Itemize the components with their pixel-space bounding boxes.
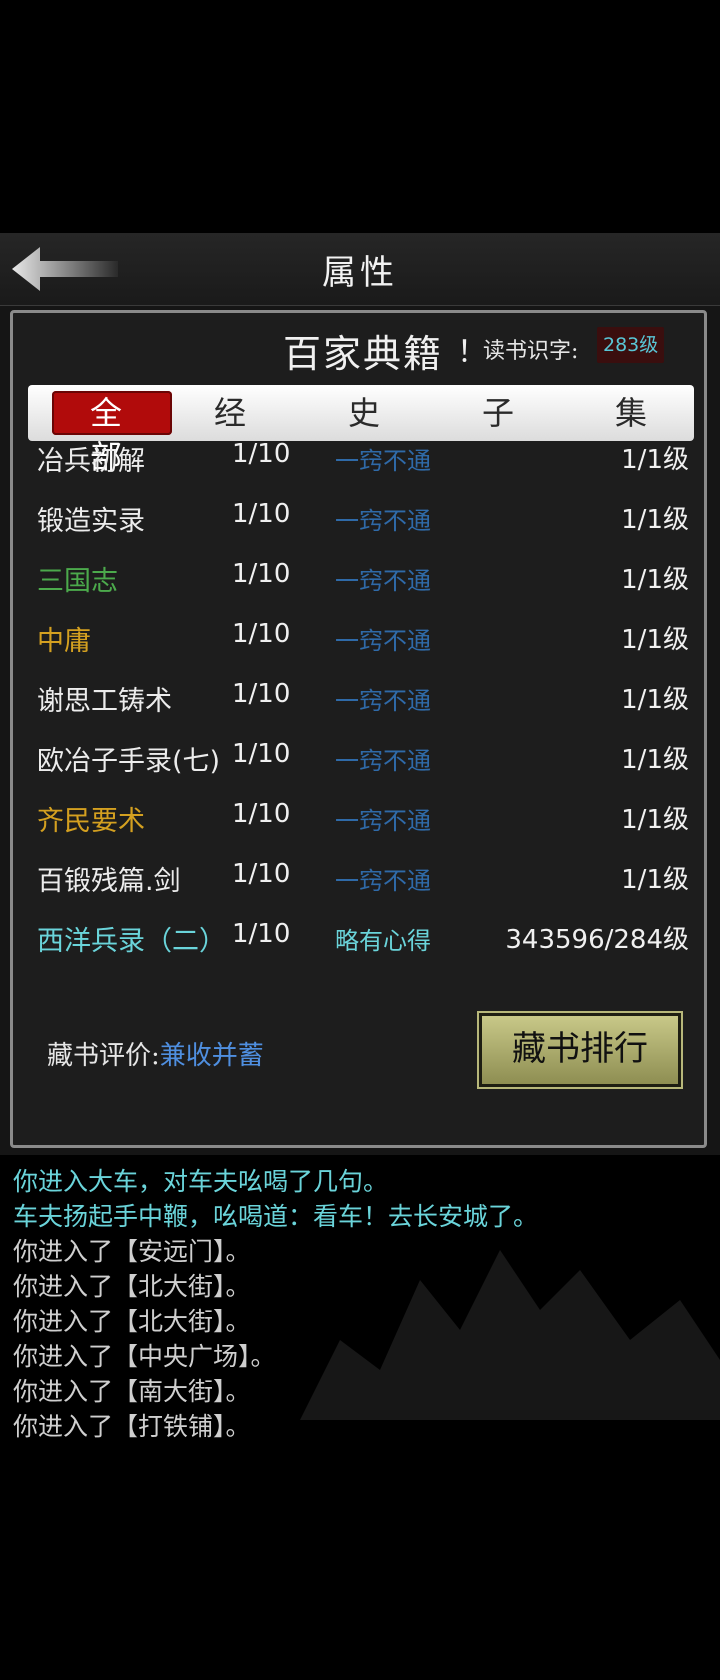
log-line: 你进入了【打铁铺】。 <box>13 1412 251 1441</box>
book-name: 三国志 <box>37 566 118 597</box>
book-progress: 1/10 <box>232 439 291 469</box>
book-progress: 1/10 <box>232 919 291 949</box>
book-name: 欧冶子手录(七) <box>37 746 221 777</box>
book-mastery: 一窍不通 <box>335 807 431 835</box>
book-mastery: 一窍不通 <box>335 867 431 895</box>
dialog-title: 百家典籍 <box>283 332 444 376</box>
reading-skill-label: 读书识字: <box>483 339 579 364</box>
book-row[interactable]: 锻造实录 1/10 一窍不通 1/1级 <box>37 493 697 543</box>
book-level: 1/1级 <box>621 685 689 715</box>
book-name: 中庸 <box>37 626 91 657</box>
log-line: 你进入了【安远门】。 <box>13 1237 251 1266</box>
book-progress: 1/10 <box>232 499 291 529</box>
book-row[interactable]: 齐民要术 1/10 一窍不通 1/1级 <box>37 793 697 843</box>
book-row[interactable]: 谢思工铸术 1/10 一窍不通 1/1级 <box>37 673 697 723</box>
collection-rating-label: 藏书评价: <box>47 1041 160 1071</box>
book-name: 谢思工铸术 <box>37 686 172 717</box>
log-line: 车夫扬起手中鞭，吆喝道：看车！去长安城了。 <box>13 1202 539 1231</box>
book-progress: 1/10 <box>232 739 291 769</box>
books-dialog: 百家典籍 ！ 读书识字: 283级 全 部 经 史 子 集 冶兵初解 1/10 一窍… <box>10 310 707 1148</box>
book-level: 343596/284级 <box>505 925 689 955</box>
book-mastery: 一窍不通 <box>335 567 431 595</box>
log-line: 你进入大车，对车夫吆喝了几句。 <box>13 1167 389 1196</box>
log-line: 你进入了【中央广场】。 <box>13 1342 276 1371</box>
book-row[interactable]: 百锻残篇.剑 1/10 一窍不通 1/1级 <box>37 853 697 903</box>
collection-rating: 藏书评价:兼收并蓄 <box>47 1035 264 1072</box>
screen: 属性 百家典籍 ！ 读书识字: 283级 全 部 经 史 子 集 冶兵初解 1/1… <box>0 0 720 1680</box>
book-level: 1/1级 <box>621 805 689 835</box>
collection-rating-value: 兼收并蓄 <box>159 1041 264 1071</box>
book-level: 1/1级 <box>621 505 689 535</box>
book-progress: 1/10 <box>232 619 291 649</box>
book-level: 1/1级 <box>621 565 689 595</box>
book-row[interactable]: 西洋兵录（二） 1/10 略有心得 343596/284级 <box>37 913 697 963</box>
book-row[interactable]: 欧冶子手录(七) 1/10 一窍不通 1/1级 <box>37 733 697 783</box>
book-progress: 1/10 <box>232 559 291 589</box>
book-name: 齐民要术 <box>37 806 145 837</box>
book-progress: 1/10 <box>232 679 291 709</box>
collection-rank-button[interactable]: 藏书排行 <box>479 1013 681 1087</box>
page-title: 属性 <box>322 253 398 293</box>
log-line: 你进入了【北大街】。 <box>13 1307 251 1336</box>
book-name: 锻造实录 <box>37 506 145 537</box>
book-mastery: 一窍不通 <box>335 627 431 655</box>
log-line: 你进入了【北大街】。 <box>13 1272 251 1301</box>
tab-jing[interactable]: 经 <box>200 391 260 435</box>
book-level: 1/1级 <box>621 445 689 475</box>
book-mastery: 略有心得 <box>335 927 431 955</box>
tab-zi[interactable]: 子 <box>468 391 528 435</box>
book-row[interactable]: 冶兵初解 1/10 一窍不通 1/1级 <box>37 433 697 483</box>
tab-ji[interactable]: 集 <box>601 391 661 435</box>
tab-shi[interactable]: 史 <box>334 391 394 435</box>
book-level: 1/1级 <box>621 865 689 895</box>
book-mastery: 一窍不通 <box>335 747 431 775</box>
book-name: 百锻残篇.剑 <box>37 866 181 897</box>
book-mastery: 一窍不通 <box>335 447 431 475</box>
book-mastery: 一窍不通 <box>335 687 431 715</box>
reading-skill-level: 283级 <box>597 327 665 363</box>
book-row[interactable]: 三国志 1/10 一窍不通 1/1级 <box>37 553 697 603</box>
book-progress: 1/10 <box>232 799 291 829</box>
log-line: 你进入了【南大街】。 <box>13 1377 251 1406</box>
book-name: 冶兵初解 <box>37 446 145 477</box>
book-level: 1/1级 <box>621 745 689 775</box>
book-mastery: 一窍不通 <box>335 507 431 535</box>
book-row[interactable]: 中庸 1/10 一窍不通 1/1级 <box>37 613 697 663</box>
book-name: 西洋兵录（二） <box>37 926 226 957</box>
book-level: 1/1级 <box>621 625 689 655</box>
book-progress: 1/10 <box>232 859 291 889</box>
tab-all[interactable]: 全 部 <box>52 391 172 476</box>
header-bar: 属性 <box>0 233 720 306</box>
